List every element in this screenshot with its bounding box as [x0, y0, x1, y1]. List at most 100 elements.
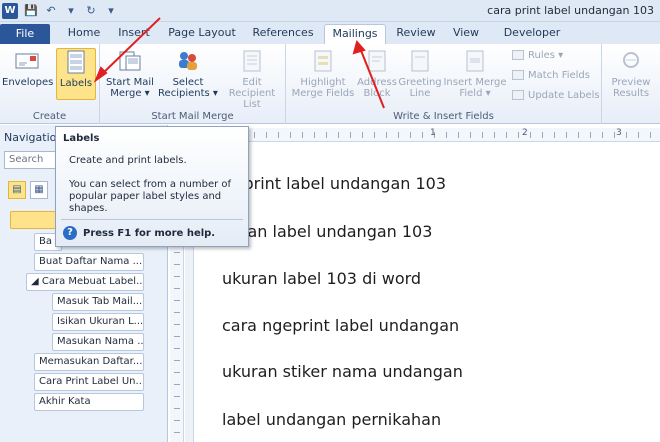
group-label-create: Create	[32, 111, 67, 122]
help-icon: ?	[63, 226, 77, 240]
document-line: label undangan pernikahan	[222, 410, 442, 429]
tab-references[interactable]: References	[248, 24, 318, 44]
tab-review[interactable]: Review	[392, 24, 440, 44]
tooltip-title: Labels	[63, 133, 100, 144]
recipients-label: Recipients	[158, 88, 210, 99]
labels-label: Labels	[59, 78, 93, 89]
quick-access-toolbar: W 💾 ↶ ▾ ↻ ▾	[2, 3, 118, 19]
tooltip-help: ? Press F1 for more help.	[63, 226, 215, 240]
preview-label: Preview	[611, 77, 651, 88]
save-icon[interactable]: 💾	[24, 4, 38, 18]
tooltip-divider	[61, 219, 243, 220]
collapse-arrow-icon: ◢	[31, 276, 42, 287]
nav-item[interactable]: Isikan Ukuran L...	[52, 313, 144, 331]
ruler-number: 2	[522, 128, 528, 138]
nav-item[interactable]: ◢ Cara Mebuat Label...	[26, 273, 144, 291]
tab-page-layout[interactable]: Page Layout	[166, 24, 238, 44]
nav-item[interactable]: Masuk Tab Mail...	[52, 293, 144, 311]
tab-insert[interactable]: Insert	[112, 24, 156, 44]
edit-recipient-list-button[interactable]: Edit Recipient List	[220, 48, 284, 110]
ribbon-tabs: File Home Insert Page Layout References …	[0, 22, 660, 44]
rules-button[interactable]: Rules ▾	[512, 50, 563, 61]
merge-fields-label: Merge Fields	[291, 88, 355, 99]
chevron-down-icon[interactable]: ▾	[64, 4, 78, 18]
ruler-ticks	[194, 132, 654, 138]
greeting-label: Greeting	[398, 77, 442, 88]
tab-developer[interactable]: Developer	[500, 24, 564, 44]
document-line: kuran label undangan 103	[222, 222, 433, 241]
redo-icon[interactable]: ↻	[84, 4, 98, 18]
group-write-insert-fields: Highlight Merge Fields Address Block Gre…	[286, 44, 602, 124]
nav-item[interactable]: Akhir Kata	[34, 393, 144, 411]
nav-item[interactable]: Memasukan Daftar...	[34, 353, 144, 371]
edit-label: Edit	[242, 77, 262, 88]
horizontal-ruler[interactable]: 1 2 3	[184, 128, 660, 142]
nav-item-label: Cara Mebuat Label...	[41, 276, 144, 287]
rules-label: Rules	[528, 50, 555, 61]
search-input[interactable]: Search Do	[4, 151, 60, 169]
chevron-down-icon: ▾	[141, 88, 150, 99]
update-labels-button[interactable]: Update Labels	[512, 90, 600, 101]
tab-view[interactable]: View	[446, 24, 486, 44]
tooltip-description: Create and print labels.	[69, 155, 187, 166]
nav-view-tabs: ▤ ▦	[8, 181, 48, 199]
tab-file[interactable]: File	[0, 24, 50, 44]
insert-merge-label: Insert Merge	[443, 77, 507, 88]
labels-tooltip: Labels Create and print labels. You can …	[55, 126, 249, 247]
insert-field-icon	[466, 50, 484, 72]
select-recipients-button[interactable]: Select Recipients ▾	[156, 48, 220, 99]
labels-icon	[67, 50, 85, 74]
highlight-merge-fields-button[interactable]: Highlight Merge Fields	[290, 48, 356, 99]
address-block-button[interactable]: Address Block	[356, 48, 398, 99]
undo-icon[interactable]: ↶	[44, 4, 58, 18]
tab-mailings[interactable]: Mailings	[324, 24, 386, 44]
document-line: ukuran stiker nama undangan	[222, 362, 463, 381]
preview-results-button[interactable]: Preview Results	[606, 48, 656, 99]
line-label: Line	[409, 88, 431, 99]
tab-home[interactable]: Home	[62, 24, 106, 44]
greeting-line-icon	[411, 50, 429, 72]
nav-item[interactable]: Buat Daftar Nama ...	[34, 253, 144, 271]
recipients-icon	[179, 52, 197, 70]
select-label: Select	[172, 77, 204, 88]
pages-view-icon[interactable]: ▦	[30, 181, 48, 199]
match-fields-icon	[512, 70, 524, 80]
insert-merge-field-button[interactable]: Insert Merge Field ▾	[442, 48, 508, 99]
start-mail-merge-button[interactable]: Start Mail Merge ▾	[104, 48, 156, 99]
start-mail-label: Start Mail	[106, 77, 154, 88]
address-block-icon	[368, 50, 386, 72]
match-fields-button[interactable]: Match Fields	[512, 70, 590, 81]
recipient-list-label: Recipient List	[228, 88, 276, 110]
ribbon: Envelopes Labels Create Start Mail Merge…	[0, 44, 660, 124]
document-line: cara ngeprint label undangan	[222, 316, 460, 335]
labels-button[interactable]: Labels	[56, 48, 96, 100]
customize-toolbar-icon[interactable]: ▾	[104, 4, 118, 18]
document-page[interactable]: ra print label undangan 103 kuran label …	[193, 142, 660, 442]
headings-view-icon[interactable]: ▤	[8, 181, 26, 199]
document-line: ra print label undangan 103	[222, 174, 447, 193]
envelopes-label: Envelopes	[2, 77, 54, 88]
greeting-line-button[interactable]: Greeting Line	[398, 48, 442, 99]
field-label: Field	[459, 88, 483, 99]
group-preview: Preview Results	[602, 44, 660, 124]
merge-label: Merge	[110, 88, 142, 99]
edit-list-icon	[243, 50, 261, 72]
group-start-mail-merge: Start Mail Merge ▾ Select Recipients ▾ E…	[100, 44, 286, 124]
envelopes-button[interactable]: Envelopes	[2, 48, 54, 88]
group-label-start-mail-merge: Start Mail Merge	[151, 111, 234, 122]
document-area: ra print label undangan 103 kuran label …	[185, 142, 660, 442]
update-labels-icon	[512, 90, 524, 100]
update-labels-label: Update Labels	[528, 90, 600, 101]
tooltip-help-text: Press F1 for more help.	[83, 227, 216, 239]
mail-merge-icon	[119, 51, 141, 71]
highlight-fields-icon	[314, 50, 332, 72]
chevron-down-icon: ▾	[482, 88, 491, 99]
results-label: Results	[612, 88, 650, 99]
window-title: cara print label undangan 103	[487, 4, 654, 17]
ruler-number: 1	[430, 128, 436, 138]
address-label: Address	[357, 77, 397, 88]
word-app-icon[interactable]: W	[2, 3, 18, 19]
nav-item[interactable]: Masukan Nama ...	[52, 333, 144, 351]
nav-item[interactable]: Cara Print Label Un...	[34, 373, 144, 391]
block-label: Block	[363, 88, 391, 99]
